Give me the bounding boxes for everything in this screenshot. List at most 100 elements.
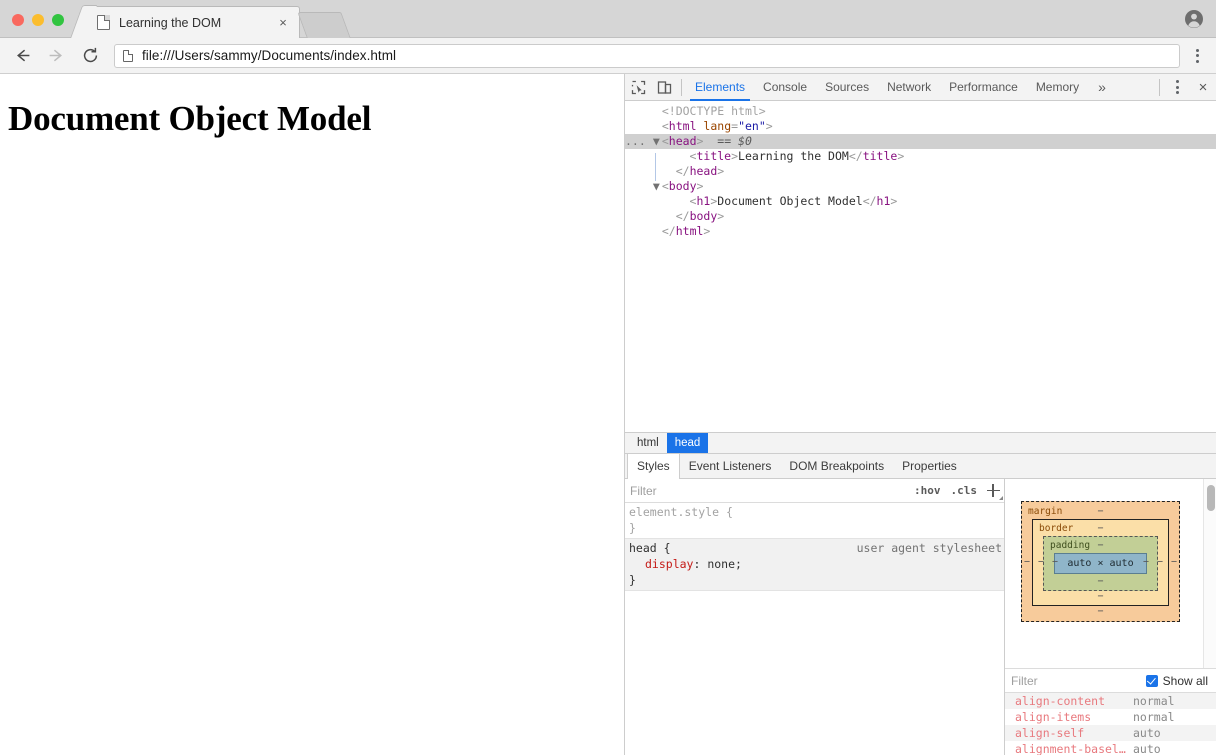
dom-tree[interactable]: <!DOCTYPE html> <html lang="en">... ▼<he… (625, 101, 1216, 432)
dom-tree-node[interactable]: <h1>Document Object Model</h1> (625, 194, 1216, 209)
breadcrumb: html head (625, 432, 1216, 454)
padding-top-value: − (1097, 540, 1103, 551)
dom-tree-node[interactable]: ▼<body> (625, 179, 1216, 194)
maximize-window-button[interactable] (52, 14, 64, 26)
computed-property-name: align-items (1015, 710, 1133, 724)
document-icon[interactable] (123, 50, 133, 62)
tab-event-listeners[interactable]: Event Listeners (680, 454, 781, 478)
computed-property-row[interactable]: align-contentnormal (1005, 693, 1216, 709)
box-model-padding[interactable]: padding − auto × auto − (1043, 536, 1158, 591)
tab-network[interactable]: Network (878, 74, 940, 101)
three-dot-menu-icon[interactable] (1184, 43, 1210, 69)
style-rule[interactable]: element.style {} (625, 503, 1004, 538)
dom-tree-node[interactable]: ... ▼<head> == $0 (625, 134, 1216, 149)
close-window-button[interactable] (12, 14, 24, 26)
dom-token-tag: body (690, 209, 718, 223)
toggle-pseudo-states-button[interactable]: :hov (909, 484, 946, 497)
reload-icon[interactable] (76, 42, 104, 70)
style-rule-selector[interactable]: head (629, 541, 657, 555)
devtools-menu-icon[interactable] (1164, 74, 1190, 100)
computed-property-row[interactable]: alignment-basel…auto (1005, 741, 1216, 755)
title-bar: Learning the DOM × (0, 0, 1216, 38)
dom-tree-node[interactable]: </body> (625, 209, 1216, 224)
plus-icon[interactable] (982, 480, 1004, 502)
computed-property-name: align-self (1015, 726, 1133, 740)
minimize-window-button[interactable] (32, 14, 44, 26)
show-all-label: Show all (1163, 674, 1208, 688)
dom-token-tag: h1 (877, 194, 891, 208)
tab-memory[interactable]: Memory (1027, 74, 1088, 101)
box-model-margin[interactable]: margin − border − padding − (1021, 501, 1180, 622)
computed-property-value: auto (1133, 726, 1161, 740)
page-viewport: Document Object Model (0, 74, 624, 755)
tab-styles[interactable]: Styles (627, 454, 680, 479)
computed-property-name: alignment-basel… (1015, 742, 1133, 755)
tab-properties[interactable]: Properties (893, 454, 966, 478)
dom-tree-node[interactable]: </html> (625, 224, 1216, 239)
box-model-content[interactable]: auto × auto (1054, 553, 1147, 574)
breadcrumb-item-head[interactable]: head (667, 433, 709, 453)
styles-rule-list[interactable]: element.style {}head {user agent stylesh… (625, 503, 1004, 755)
arrow-left-icon[interactable] (8, 42, 36, 70)
dom-node-indent (639, 179, 653, 193)
margin-top-value: − (1097, 506, 1103, 517)
url-text[interactable]: file:///Users/sammy/Documents/index.html (142, 48, 396, 63)
tab-performance[interactable]: Performance (940, 74, 1027, 101)
dom-node-indent (639, 209, 667, 223)
dom-token-punct: > (697, 179, 704, 193)
dom-token-tag: h1 (696, 194, 710, 208)
devtools-tab-list: Elements Console Sources Network Perform… (686, 74, 1116, 101)
expand-triangle-icon[interactable]: ▼ (653, 134, 662, 149)
scrollbar-thumb[interactable] (1207, 485, 1215, 511)
computed-filter-bar: Filter Show all (1005, 669, 1216, 693)
address-bar[interactable]: file:///Users/sammy/Documents/index.html (114, 44, 1180, 68)
margin-bottom-value: − (1022, 606, 1179, 617)
more-tabs-icon[interactable]: » (1088, 74, 1116, 101)
style-rule-selector[interactable]: element.style (629, 505, 719, 519)
tab-sources[interactable]: Sources (816, 74, 878, 101)
dom-tree-node[interactable]: <title>Learning the DOM</title> (625, 149, 1216, 164)
browser-tab[interactable]: Learning the DOM × (84, 6, 300, 38)
box-model-diagram[interactable]: margin − border − padding − (1005, 479, 1216, 669)
style-rule[interactable]: head {user agent stylesheetdisplay: none… (625, 538, 1004, 591)
close-icon[interactable]: × (275, 15, 291, 31)
declaration-value[interactable]: : none; (693, 557, 741, 571)
inspect-element-icon[interactable] (625, 75, 651, 100)
computed-filter-input[interactable]: Filter (1011, 674, 1146, 688)
arrow-right-icon (42, 42, 70, 70)
breadcrumb-item-html[interactable]: html (629, 433, 667, 453)
dom-node-indent (639, 149, 681, 163)
computed-properties-list[interactable]: align-contentnormalalign-itemsnormalalig… (1005, 693, 1216, 755)
style-close-brace: } (625, 572, 1004, 588)
new-tab-button[interactable] (297, 12, 350, 38)
dom-token-punct: < (662, 179, 669, 193)
tab-elements[interactable]: Elements (686, 74, 754, 101)
computed-property-row[interactable]: align-itemsnormal (1005, 709, 1216, 725)
dom-tree-node[interactable]: <html lang="en"> (625, 119, 1216, 134)
devtools-toolbar-right: × (1155, 74, 1216, 100)
device-toolbar-icon[interactable] (651, 75, 677, 100)
checkbox-icon[interactable] (1146, 675, 1158, 687)
expand-triangle-icon[interactable]: ▼ (653, 179, 662, 194)
styles-filter-input[interactable]: Filter (627, 484, 909, 498)
declaration-property[interactable]: display (645, 557, 693, 571)
close-devtools-icon[interactable]: × (1190, 75, 1216, 100)
box-model-scrollbar[interactable] (1203, 479, 1216, 668)
toggle-element-classes-button[interactable]: .cls (946, 484, 983, 497)
padding-bottom-value: − (1044, 576, 1157, 587)
margin-left-value: − (1024, 556, 1030, 567)
user-avatar-icon[interactable] (1184, 9, 1204, 29)
computed-property-row[interactable]: align-selfauto (1005, 725, 1216, 741)
tab-dom-breakpoints[interactable]: DOM Breakpoints (780, 454, 893, 478)
style-declaration[interactable]: display: none; (625, 556, 1004, 572)
dom-token-tag: head (690, 164, 718, 178)
padding-right-value: − (1143, 556, 1149, 567)
show-all-toggle[interactable]: Show all (1146, 674, 1216, 688)
browser-toolbar: file:///Users/sammy/Documents/index.html (0, 38, 1216, 74)
dom-token-punct: > (897, 149, 904, 163)
dom-tree-node[interactable]: <!DOCTYPE html> (625, 104, 1216, 119)
dom-token-punct: > (717, 209, 724, 223)
tab-console[interactable]: Console (754, 74, 816, 101)
dom-node-indent (639, 164, 667, 178)
dom-tree-node[interactable]: </head> (625, 164, 1216, 179)
